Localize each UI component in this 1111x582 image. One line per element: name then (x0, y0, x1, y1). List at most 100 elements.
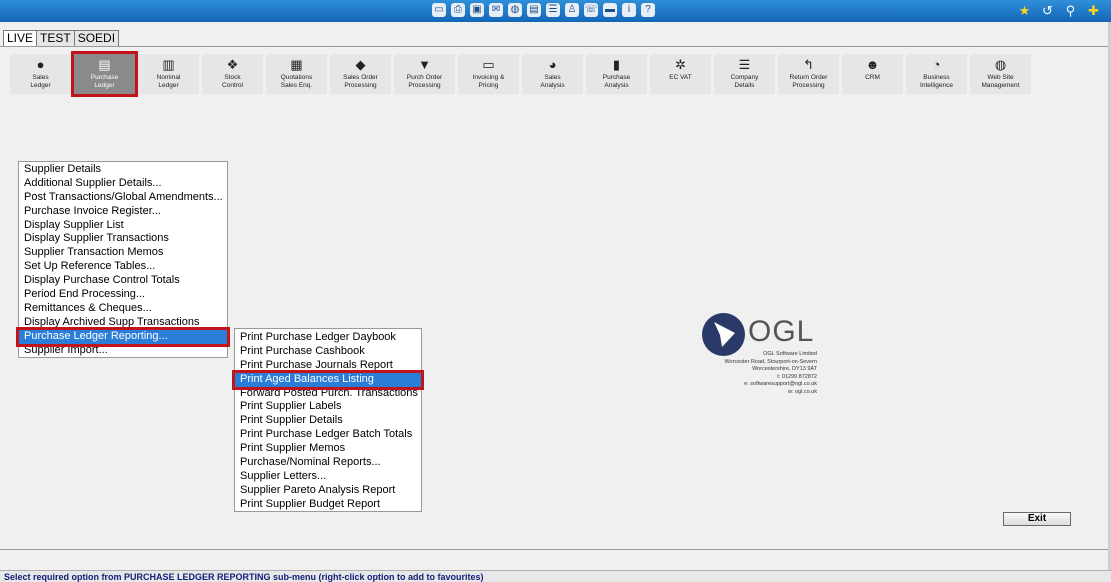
book-icon: ▥ (162, 57, 175, 72)
phone-icon[interactable]: ☏ (584, 3, 598, 17)
module-label: Purchase Analysis (602, 74, 631, 89)
tab-test[interactable]: TEST (36, 30, 75, 46)
menu-item[interactable]: Print Purchase Journals Report (235, 359, 421, 373)
module-business-intelligence[interactable]: ◔ Business Intelligence (906, 54, 967, 94)
module-purchase-analysis[interactable]: ▮ Purchase Analysis (586, 54, 647, 94)
menu-item[interactable]: Display Supplier Transactions (19, 232, 227, 246)
menu-item[interactable]: Display Archived Supp Transactions (19, 316, 227, 330)
module-label: CRM (865, 74, 880, 81)
mail-icon[interactable]: ✉ (489, 3, 503, 17)
module-label: Quotations Sales Enq. (280, 74, 313, 89)
menu-item[interactable]: Supplier Transaction Memos (19, 246, 227, 260)
module-purch-order-processing[interactable]: ▼ Purch Order Processing (394, 54, 455, 94)
module-label: Nominal Ledger (156, 74, 181, 89)
module-label: EC VAT (669, 74, 692, 81)
module-label: Purchase Ledger (90, 74, 119, 89)
tab-live[interactable]: LIVE (3, 30, 38, 47)
gauge-icon: ◔ (932, 57, 941, 72)
module-sales-order-processing[interactable]: ◆ Sales Order Processing (330, 54, 391, 94)
menu-item[interactable]: Purchase Ledger Reporting... (16, 326, 230, 347)
menu-item[interactable]: Set Up Reference Tables... (19, 260, 227, 274)
toolbar-right-icons: ★ ↺ ⚲ ✚ (1017, 3, 1101, 18)
menu-item[interactable]: Print Purchase Cashbook (235, 345, 421, 359)
cart-icon: ▼ (418, 57, 431, 72)
menu-item[interactable]: Print Supplier Memos (235, 442, 421, 456)
menu-item[interactable]: Print Supplier Labels (235, 400, 421, 414)
module-purchase-ledger[interactable]: ▤ Purchase Ledger (71, 51, 138, 97)
module-label: Invoicing & Pricing (472, 74, 505, 89)
ledger-card-icon: ▤ (98, 57, 111, 72)
module-sales-ledger[interactable]: ● Sales Ledger (10, 54, 71, 94)
environment-tabs: LIVE TEST SOEDI (3, 30, 120, 47)
module-company-details[interactable]: ☰ Company Details (714, 54, 775, 94)
module-crm[interactable]: ☻ CRM (842, 54, 903, 94)
boxes-icon: ❖ (226, 57, 239, 72)
menu-item[interactable]: Purchase Invoice Register... (19, 205, 227, 219)
toolbar-icons: ▭ ⎙ ▣ ✉ ◍ ▤ ☰ ♙ ☏ ▬ i? (432, 3, 655, 17)
reporting-submenu: Print Purchase Ledger Daybook Print Purch… (232, 328, 424, 512)
pie-chart-icon: ◕ (548, 57, 557, 72)
floppy-icon[interactable]: ▣ (470, 3, 484, 17)
status-divider (0, 549, 1111, 550)
menu-item[interactable]: Purchase/Nominal Reports... (235, 456, 421, 470)
menu-item[interactable]: Period End Processing... (19, 288, 227, 302)
menu-item[interactable]: Print Purchase Ledger Batch Totals (235, 428, 421, 442)
favourites-star-icon[interactable]: ★ (1017, 3, 1032, 18)
module-sales-analysis[interactable]: ◕ Sales Analysis (522, 54, 583, 94)
company-address: OGL Software Limited Worcester Road, Sto… (724, 351, 817, 395)
logo-mark (702, 313, 745, 356)
module-return-order-processing[interactable]: ↰ Return Order Processing (778, 54, 839, 94)
module-label: Web Site Management (981, 74, 1020, 89)
tab-soedi[interactable]: SOEDI (73, 30, 120, 46)
window-icon[interactable]: ▭ (432, 3, 446, 17)
history-icon[interactable]: ↺ (1040, 3, 1055, 18)
return-arrow-icon: ↰ (803, 57, 814, 72)
status-bar: Select required option from PURCHASE LED… (0, 570, 1111, 582)
tag-icon: ◆ (355, 57, 366, 72)
module-quotations-sales-enq[interactable]: ▦ Quotations Sales Enq. (266, 54, 327, 94)
person-icon: ● (36, 57, 45, 72)
stamp-icon[interactable]: ♙ (565, 3, 579, 17)
menu-item[interactable]: Remittances & Cheques... (19, 302, 227, 316)
ogl-logo: OGL OGL Software Limited Worcester Road,… (702, 313, 820, 398)
menu-item[interactable]: Print Supplier Budget Report (235, 498, 421, 512)
module-nominal-ledger[interactable]: ▥ Nominal Ledger (138, 54, 199, 94)
menu-item[interactable]: Post Transactions/Global Amendments... (19, 191, 227, 205)
add-favourite-icon[interactable]: ✚ (1086, 3, 1101, 18)
module-ec-vat[interactable]: ✲ EC VAT (650, 54, 711, 94)
globe-icon: ◍ (994, 57, 1007, 72)
module-label: Stock Control (222, 74, 243, 89)
window-alt-icon[interactable]: ▤ (527, 3, 541, 17)
list-icon[interactable]: ☰ (546, 3, 560, 17)
menu-item[interactable]: Display Supplier List (19, 219, 227, 233)
module-stock-control[interactable]: ❖ Stock Control (202, 54, 263, 94)
module-web-site-management[interactable]: ◍ Web Site Management (970, 54, 1031, 94)
bar-chart-icon: ▮ (612, 57, 621, 72)
menu-item[interactable]: Print Purchase Ledger Daybook (235, 331, 421, 345)
search-icon[interactable]: ⚲ (1063, 3, 1078, 18)
module-label: Business Intelligence (920, 74, 953, 89)
menu-item[interactable]: Supplier Letters... (235, 470, 421, 484)
menu-item[interactable]: Print Supplier Details (235, 414, 421, 428)
info-icon[interactable]: i (622, 3, 636, 17)
module-label: Sales Ledger (30, 74, 51, 89)
module-invoicing-pricing[interactable]: ▭ Invoicing & Pricing (458, 54, 519, 94)
module-label: Purch Order Processing (406, 74, 443, 89)
printer-icon[interactable]: ⎙ (451, 3, 465, 17)
module-label: Company Details (730, 74, 759, 89)
id-card-icon[interactable]: ▬ (603, 3, 617, 17)
menu-item[interactable]: Supplier Pareto Analysis Report (235, 484, 421, 498)
menu-item[interactable]: Print Aged Balances Listing (232, 369, 424, 390)
menu-item[interactable]: Supplier Details (19, 163, 227, 177)
menu-item[interactable]: Forward Posted Purch. Transactions (235, 387, 421, 401)
globe-icon[interactable]: ◍ (508, 3, 522, 17)
menu-item[interactable]: Display Purchase Control Totals (19, 274, 227, 288)
exit-button[interactable]: Exit (1003, 512, 1071, 526)
menu-item[interactable]: Supplier Import... (19, 344, 227, 358)
module-label: Sales Analysis (540, 74, 565, 89)
calculator-icon: ▦ (290, 57, 303, 72)
menu-item[interactable]: Additional Supplier Details... (19, 177, 227, 191)
module-toolbar: ● Sales Ledger ▤ Purchase Ledger ▥ Nominal Le… (10, 51, 1031, 97)
logo-brand: OGL (748, 315, 815, 348)
help-icon[interactable]: ? (641, 3, 655, 17)
